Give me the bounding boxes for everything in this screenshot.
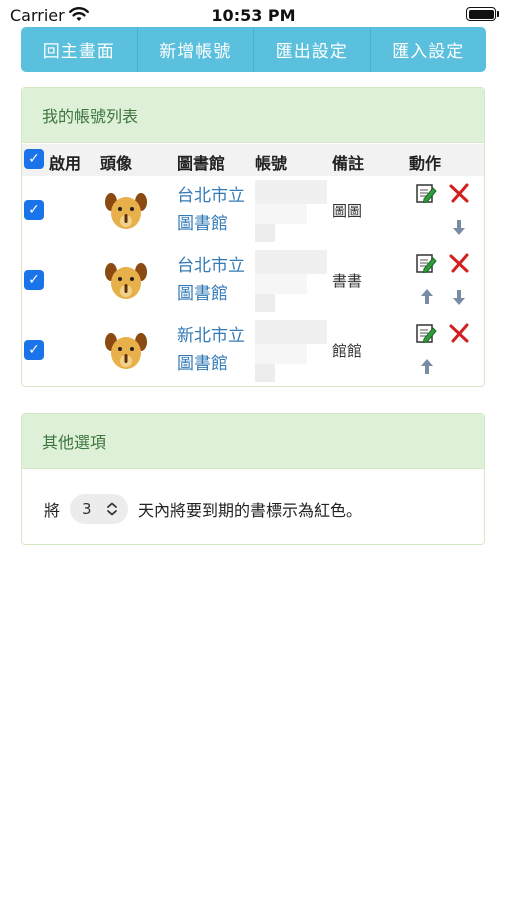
select-all-checkbox[interactable]: ✓ bbox=[24, 149, 44, 169]
delete-icon[interactable] bbox=[448, 182, 470, 204]
option-prefix: 將 bbox=[44, 501, 61, 520]
account-redacted bbox=[255, 320, 327, 344]
move-down-icon[interactable] bbox=[450, 288, 468, 306]
status-bar: Carrier 10:53 PM bbox=[0, 0, 507, 30]
top-toolbar: 回主畫面 新增帳號 匯出設定 匯入設定 bbox=[21, 27, 486, 72]
add-account-button[interactable]: 新增帳號 bbox=[137, 27, 254, 72]
table-row: ✓ 台北市立 圖書館 圖圖 bbox=[22, 176, 484, 246]
chevron-updown-icon bbox=[107, 502, 117, 516]
options-panel-title: 其他選項 bbox=[22, 414, 484, 469]
battery-icon bbox=[466, 7, 496, 21]
days-value: 3 bbox=[82, 500, 92, 518]
dog-avatar-icon bbox=[105, 333, 147, 369]
delete-icon[interactable] bbox=[448, 252, 470, 274]
edit-icon[interactable] bbox=[415, 182, 437, 204]
col-note: 備註 bbox=[332, 154, 365, 173]
table-row: ✓ 新北市立 圖書館 館館 bbox=[22, 316, 484, 386]
option-suffix: 天內將要到期的書標示為紅色。 bbox=[138, 501, 363, 520]
enable-checkbox[interactable]: ✓ bbox=[24, 270, 44, 290]
account-note: 館館 bbox=[332, 342, 363, 360]
move-up-icon[interactable] bbox=[418, 288, 436, 306]
due-highlight-setting: 將 3 天內將要到期的書標示為紅色。 bbox=[44, 494, 362, 524]
battery-tip bbox=[497, 11, 499, 17]
dog-avatar-icon bbox=[105, 193, 147, 229]
edit-icon[interactable] bbox=[415, 322, 437, 344]
home-button[interactable]: 回主畫面 bbox=[21, 27, 138, 72]
col-library: 圖書館 bbox=[177, 154, 226, 173]
col-avatar: 頭像 bbox=[100, 154, 133, 173]
enable-checkbox[interactable]: ✓ bbox=[24, 200, 44, 220]
export-settings-button[interactable]: 匯出設定 bbox=[254, 27, 371, 72]
library-link[interactable]: 台北市立 圖書館 bbox=[177, 252, 245, 308]
clock: 10:53 PM bbox=[211, 6, 296, 25]
col-actions: 動作 bbox=[409, 154, 442, 173]
enable-checkbox[interactable]: ✓ bbox=[24, 340, 44, 360]
delete-icon[interactable] bbox=[448, 322, 470, 344]
account-redacted bbox=[255, 180, 327, 204]
accounts-table: ✓ 啟用 頭像 圖書館 帳號 備註 動作 ✓ 台北市立 圖書館 圖圖 ✓ 台北市… bbox=[22, 144, 484, 386]
dog-avatar-icon bbox=[105, 263, 147, 299]
days-select[interactable]: 3 bbox=[70, 494, 129, 524]
edit-icon[interactable] bbox=[415, 252, 437, 274]
account-note: 圖圖 bbox=[332, 202, 363, 220]
account-redacted bbox=[255, 250, 327, 274]
library-link[interactable]: 台北市立 圖書館 bbox=[177, 182, 245, 238]
account-note: 書書 bbox=[332, 272, 363, 290]
table-header: ✓ 啟用 頭像 圖書館 帳號 備註 動作 bbox=[22, 144, 484, 176]
library-link[interactable]: 新北市立 圖書館 bbox=[177, 322, 245, 378]
accounts-panel: 我的帳號列表 ✓ 啟用 頭像 圖書館 帳號 備註 動作 ✓ 台北市立 圖書館 圖… bbox=[21, 87, 485, 387]
accounts-panel-title: 我的帳號列表 bbox=[22, 88, 484, 143]
col-enabled: 啟用 bbox=[49, 154, 82, 173]
col-account: 帳號 bbox=[255, 154, 288, 173]
move-up-icon[interactable] bbox=[418, 358, 436, 376]
table-row: ✓ 台北市立 圖書館 書書 bbox=[22, 246, 484, 316]
move-down-icon[interactable] bbox=[450, 218, 468, 236]
options-panel: 其他選項 將 3 天內將要到期的書標示為紅色。 bbox=[21, 413, 485, 545]
import-settings-button[interactable]: 匯入設定 bbox=[370, 27, 486, 72]
